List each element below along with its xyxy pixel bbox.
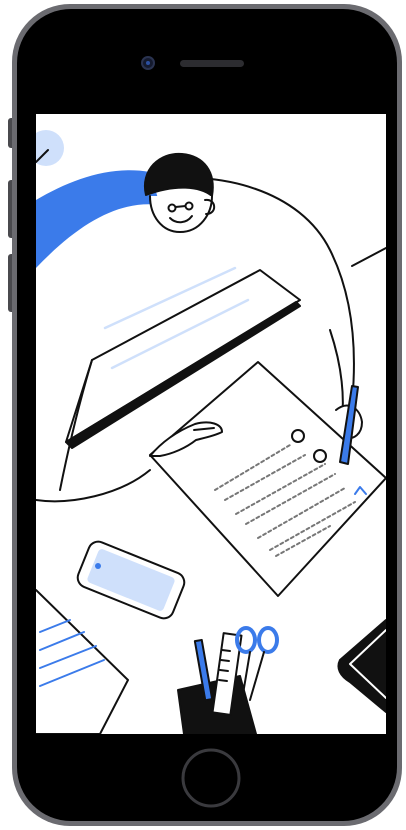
glasses-bridge xyxy=(174,205,187,208)
phone-mockup xyxy=(8,4,402,826)
camera-lens xyxy=(146,61,150,65)
earpiece-speaker xyxy=(180,60,244,67)
home-button[interactable] xyxy=(181,748,241,808)
